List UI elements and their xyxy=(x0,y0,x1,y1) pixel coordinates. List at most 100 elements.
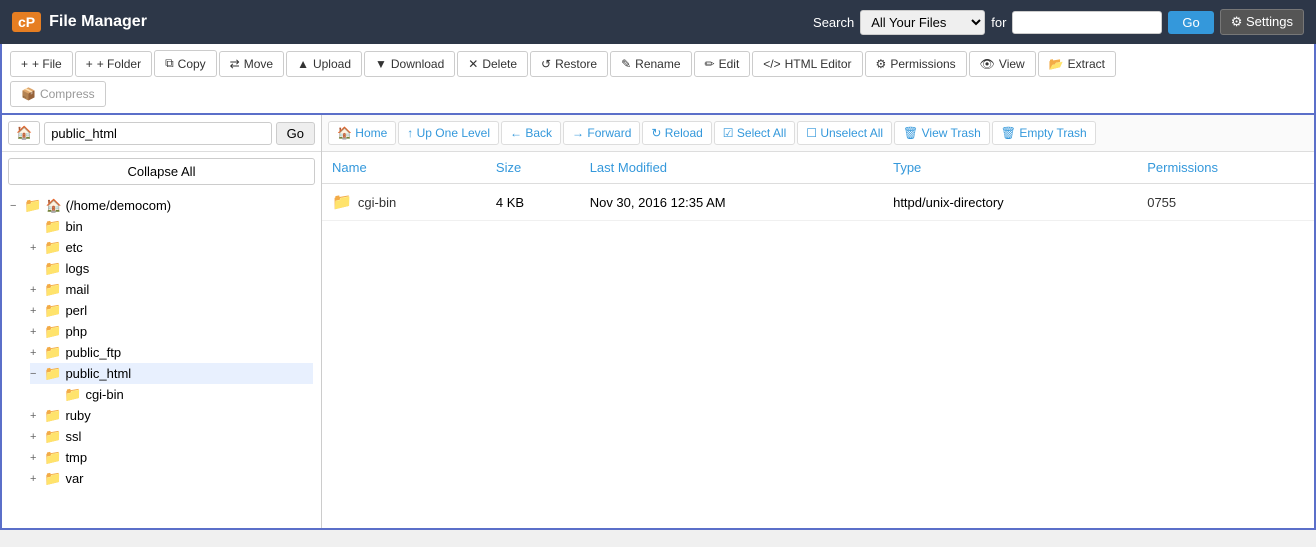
col-permissions[interactable]: Permissions xyxy=(1137,152,1314,184)
tree-label-tmp: tmp xyxy=(65,450,87,465)
move-icon: ⇄ xyxy=(230,57,240,71)
tree-item-ruby[interactable]: + 📁 ruby xyxy=(30,405,313,426)
new-file-button[interactable]: + + File xyxy=(10,51,73,77)
tmp-folder-icon: 📁 xyxy=(44,449,61,466)
rename-button[interactable]: ✎ Rename xyxy=(610,51,691,77)
tree-toggle-home[interactable]: − xyxy=(10,200,24,212)
back-button[interactable]: ← Back xyxy=(501,121,561,145)
file-type: httpd/unix-directory xyxy=(883,184,1137,221)
tree-item-etc[interactable]: + 📁 etc xyxy=(30,237,313,258)
html-editor-icon: </> xyxy=(763,57,780,71)
restore-button[interactable]: ↺ Restore xyxy=(530,51,608,77)
col-size[interactable]: Size xyxy=(486,152,580,184)
delete-button[interactable]: ✕ Delete xyxy=(457,51,528,77)
tree-item-ssl[interactable]: + 📁 ssl xyxy=(30,426,313,447)
col-last-modified[interactable]: Last Modified xyxy=(580,152,883,184)
tree-item-tmp[interactable]: + 📁 tmp xyxy=(30,447,313,468)
html-editor-button[interactable]: </> HTML Editor xyxy=(752,51,862,77)
edit-button[interactable]: ✏ Edit xyxy=(694,51,751,77)
mail-folder-icon: 📁 xyxy=(44,281,61,298)
select-all-button[interactable]: ☑ Select All xyxy=(714,121,795,145)
path-go-button[interactable]: Go xyxy=(276,122,315,145)
tree-label-ssl: ssl xyxy=(65,429,81,444)
forward-button[interactable]: → Forward xyxy=(563,121,640,145)
tree-item-bin[interactable]: 📁 bin xyxy=(30,216,313,237)
ssl-folder-icon: 📁 xyxy=(44,428,61,445)
tree-item-mail[interactable]: + 📁 mail xyxy=(30,279,313,300)
delete-icon: ✕ xyxy=(468,57,478,71)
unselect-all-button[interactable]: ☐ Unselect All xyxy=(797,121,892,145)
view-icon: 👁 xyxy=(980,57,995,71)
path-input[interactable] xyxy=(44,122,271,145)
tree-item-logs[interactable]: 📁 logs xyxy=(30,258,313,279)
tree-item-public-ftp[interactable]: + 📁 public_ftp xyxy=(30,342,313,363)
file-permissions: 0755 xyxy=(1137,184,1314,221)
tree-children-home: 📁 bin + 📁 etc 📁 logs + 📁 mail xyxy=(10,216,313,489)
view-button[interactable]: 👁 View xyxy=(969,51,1036,77)
compress-button[interactable]: 📦 Compress xyxy=(10,81,106,107)
permissions-button[interactable]: ⚙ Permissions xyxy=(865,51,967,77)
empty-trash-button[interactable]: 🗑 Empty Trash xyxy=(992,121,1096,145)
collapse-all-button[interactable]: Collapse All xyxy=(8,158,315,185)
download-button[interactable]: ▼ Download xyxy=(364,51,455,77)
search-area: Search All Your Files Public HTML Home D… xyxy=(813,9,1304,35)
app-title: cP File Manager xyxy=(12,12,147,32)
tree-label-ruby: ruby xyxy=(65,408,90,423)
table-row[interactable]: 📁 cgi-bin 4 KB Nov 30, 2016 12:35 AM htt… xyxy=(322,184,1314,221)
tree-label-cgi-bin: cgi-bin xyxy=(85,387,123,402)
col-name[interactable]: Name xyxy=(322,152,486,184)
search-go-button[interactable]: Go xyxy=(1168,11,1213,34)
home-button[interactable]: 🏠 Home xyxy=(328,121,396,145)
rename-icon: ✎ xyxy=(621,57,631,71)
col-type[interactable]: Type xyxy=(883,152,1137,184)
tree-item-cgi-bin[interactable]: 📁 cgi-bin xyxy=(50,384,313,405)
extract-button[interactable]: 📂 Extract xyxy=(1038,51,1116,77)
view-trash-button[interactable]: 🗑 View Trash xyxy=(894,121,990,145)
plus-file-icon: + xyxy=(21,57,28,71)
search-input[interactable] xyxy=(1012,11,1162,34)
left-panel: 🏠 Go Collapse All − 📁 🏠 (/home/democom) … xyxy=(2,115,322,528)
home-folder-icon: 📁 xyxy=(24,197,41,214)
upload-button[interactable]: ▲ Upload xyxy=(286,51,362,77)
up-one-level-button[interactable]: ↑ Up One Level xyxy=(398,121,499,145)
tree-item-php[interactable]: + 📁 php xyxy=(30,321,313,342)
tree-label-home: (/home/democom) xyxy=(66,198,171,213)
move-button[interactable]: ⇄ Move xyxy=(219,51,284,77)
tree-label-php: php xyxy=(65,324,87,339)
cgi-bin-folder-icon: 📁 xyxy=(64,386,81,403)
bin-folder-icon: 📁 xyxy=(44,218,61,235)
reload-button[interactable]: ↻ Reload xyxy=(642,121,711,145)
copy-button[interactable]: ⧉ Copy xyxy=(154,50,217,77)
tree-item-perl[interactable]: + 📁 perl xyxy=(30,300,313,321)
file-table-area: Name Size Last Modified Type Permissions… xyxy=(322,152,1314,528)
settings-button[interactable]: ⚙ Settings xyxy=(1220,9,1304,35)
file-folder-icon: 📁 xyxy=(332,192,352,212)
perl-folder-icon: 📁 xyxy=(44,302,61,319)
home-icon: 🏠 xyxy=(45,198,61,214)
cp-logo: cP xyxy=(12,12,41,32)
tree-item-public-html[interactable]: − 📁 public_html xyxy=(30,363,313,384)
tree-label-public-html: public_html xyxy=(65,366,131,381)
path-home-button[interactable]: 🏠 xyxy=(8,121,40,145)
file-name: cgi-bin xyxy=(358,195,396,210)
search-type-select[interactable]: All Your Files Public HTML Home Director… xyxy=(860,10,985,35)
plus-folder-icon: + xyxy=(86,57,93,71)
for-label: for xyxy=(991,15,1006,30)
file-size: 4 KB xyxy=(486,184,580,221)
main-toolbar: + + File + + Folder ⧉ Copy ⇄ Move ▲ Uplo… xyxy=(0,44,1316,115)
etc-folder-icon: 📁 xyxy=(44,239,61,256)
logs-folder-icon: 📁 xyxy=(44,260,61,277)
tree-label-logs: logs xyxy=(65,261,89,276)
file-table: Name Size Last Modified Type Permissions… xyxy=(322,152,1314,221)
tree-item-home[interactable]: − 📁 🏠 (/home/democom) xyxy=(10,195,313,216)
file-toolbar: 🏠 Home ↑ Up One Level ← Back → Forward ↻… xyxy=(322,115,1314,152)
new-folder-button[interactable]: + + Folder xyxy=(75,51,152,77)
var-folder-icon: 📁 xyxy=(44,470,61,487)
tree-item-var[interactable]: + 📁 var xyxy=(30,468,313,489)
file-last-modified: Nov 30, 2016 12:35 AM xyxy=(580,184,883,221)
tree-label-bin: bin xyxy=(65,219,82,234)
php-folder-icon: 📁 xyxy=(44,323,61,340)
file-name-cell: 📁 cgi-bin xyxy=(332,192,476,212)
restore-icon: ↺ xyxy=(541,57,551,71)
tree-label-public-ftp: public_ftp xyxy=(65,345,121,360)
